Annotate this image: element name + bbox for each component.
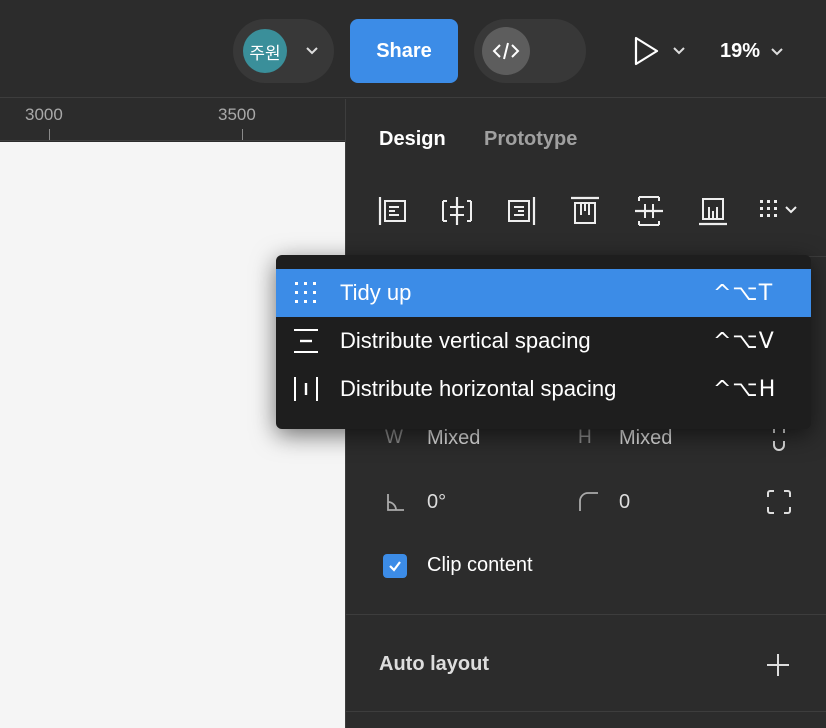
dev-mode-knob[interactable] — [482, 27, 530, 75]
width-label: W — [385, 427, 403, 448]
plus-icon — [767, 654, 789, 676]
alignment-toolbar — [376, 194, 816, 230]
tab-design[interactable]: Design — [379, 128, 446, 151]
rotation-icon — [387, 494, 404, 511]
chevron-down-icon — [673, 47, 685, 55]
align-top-icon[interactable] — [568, 194, 602, 228]
present-play-button[interactable] — [630, 33, 690, 69]
menu-item-shortcut: ^⌥H — [713, 376, 777, 402]
zoom-level: 19% — [720, 39, 761, 62]
ruler-label: 3000 — [25, 105, 63, 124]
corner-radius-field[interactable]: 0 — [619, 491, 630, 514]
auto-layout-title: Auto layout — [379, 653, 489, 675]
rotation-field[interactable]: 0° — [427, 491, 446, 514]
tidy-up-dropdown-menu: Tidy up ^⌥T Distribute vertical spacing … — [276, 255, 811, 429]
align-left-icon[interactable] — [376, 194, 410, 228]
chevron-down-icon[interactable] — [303, 41, 321, 59]
tidy-up-icon — [295, 282, 316, 303]
multiplayer-avatar-menu[interactable]: 주원 — [233, 19, 334, 83]
horizontal-ruler: 3000 3500 — [0, 99, 345, 141]
distribute-vertical-icon — [294, 329, 318, 353]
dev-mode-toggle[interactable] — [474, 19, 586, 83]
play-icon — [634, 36, 659, 66]
corner-radius-icon — [579, 492, 598, 511]
menu-item-shortcut: ^⌥V — [713, 328, 775, 354]
menu-item-shortcut: ^⌥T — [713, 280, 774, 306]
add-auto-layout-button[interactable] — [764, 651, 792, 679]
top-toolbar: 주원 Share 19% — [0, 0, 826, 98]
zoom-menu[interactable]: 19% — [720, 33, 786, 69]
chevron-down-icon — [771, 48, 783, 56]
canvas-area[interactable] — [0, 142, 345, 728]
ruler-label: 3500 — [218, 105, 256, 124]
menu-item-distribute-horizontal[interactable]: Distribute horizontal spacing ^⌥H — [276, 365, 811, 413]
tab-prototype[interactable]: Prototype — [484, 128, 577, 151]
menu-item-distribute-vertical[interactable]: Distribute vertical spacing ^⌥V — [276, 317, 811, 365]
share-button[interactable]: Share — [350, 19, 458, 83]
height-label: H — [578, 427, 592, 448]
menu-item-label: Distribute horizontal spacing — [340, 376, 617, 401]
tidy-up-menu-icon[interactable] — [756, 194, 806, 228]
align-bottom-icon[interactable] — [696, 194, 730, 228]
height-field[interactable]: Mixed — [619, 427, 672, 450]
independent-corners-icon[interactable] — [766, 489, 792, 515]
ruler-tick — [49, 129, 50, 140]
menu-item-tidy-up[interactable]: Tidy up ^⌥T — [276, 269, 811, 317]
avatar[interactable]: 주원 — [243, 29, 287, 73]
align-right-icon[interactable] — [504, 194, 538, 228]
code-brackets-icon — [492, 42, 520, 60]
clip-content-checkbox[interactable] — [383, 554, 407, 578]
section-divider — [346, 711, 826, 712]
menu-item-label: Distribute vertical spacing — [340, 328, 591, 353]
checkmark-icon — [389, 561, 401, 572]
align-vertical-center-icon[interactable] — [632, 194, 666, 228]
clip-content-label[interactable]: Clip content — [427, 554, 533, 577]
width-field[interactable]: Mixed — [427, 427, 480, 450]
section-divider — [346, 614, 826, 615]
menu-item-label: Tidy up — [340, 280, 412, 305]
align-horizontal-center-icon[interactable] — [440, 194, 474, 228]
distribute-horizontal-icon — [294, 377, 318, 401]
ruler-tick — [242, 129, 243, 140]
chevron-down-icon — [785, 206, 797, 214]
